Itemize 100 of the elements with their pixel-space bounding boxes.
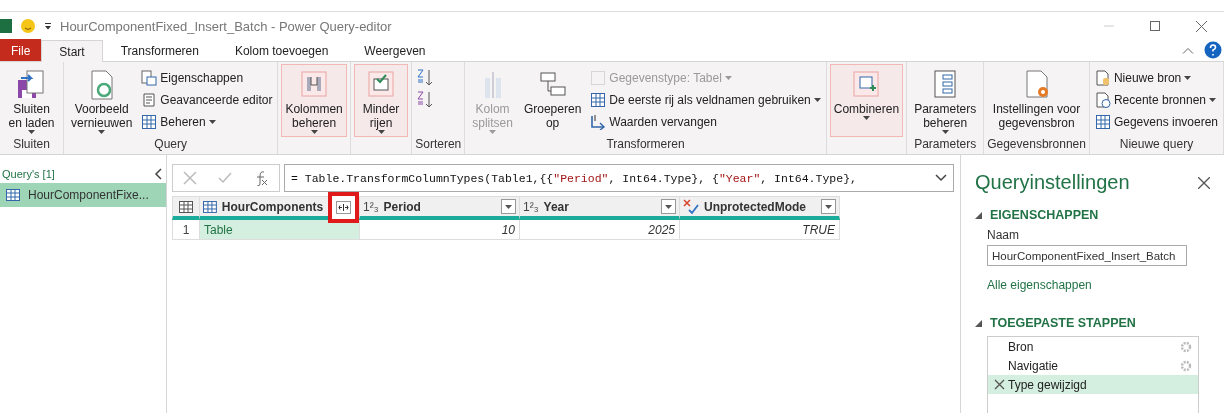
- table-cell: Table: [200, 220, 360, 240]
- group-label: Parameters: [913, 137, 978, 153]
- recent-sources-icon: [1094, 91, 1111, 108]
- window-title: HourComponentFixed_Insert_Batch - Power Query-editor: [60, 18, 392, 34]
- group-label: Sluiten: [12, 137, 51, 153]
- ribbon-button[interactable]: Sluiten en laden: [3, 64, 60, 137]
- ribbon-tab[interactable]: Weergeven: [346, 39, 444, 61]
- ribbon-tab[interactable]: Transformeren: [102, 39, 217, 61]
- ribbon-button[interactable]: Eigenschappen: [139, 68, 275, 87]
- table-menu-button[interactable]: [172, 196, 200, 220]
- caret-icon: [665, 204, 672, 209]
- collapse-ribbon-icon: [1182, 46, 1194, 54]
- caret-icon: [862, 116, 870, 120]
- caret-icon: [1209, 97, 1216, 102]
- ribbon-button[interactable]: Recente bronnen: [1092, 90, 1220, 109]
- sort-descending-icon: [417, 89, 434, 110]
- filter-button[interactable]: [501, 199, 516, 214]
- new-source-icon: [1094, 69, 1111, 86]
- applied-step[interactable]: Bron: [988, 337, 1198, 356]
- group-label: Gegevensbronnen: [987, 137, 1086, 153]
- ribbon-button[interactable]: Combineren: [829, 64, 904, 137]
- caret-icon: [28, 130, 35, 134]
- ribbon-button[interactable]: Geavanceerde editor: [139, 90, 275, 109]
- cancel-icon: [183, 171, 198, 185]
- section-title: TOEGEPASTE STAPPEN: [990, 316, 1136, 330]
- caret-icon: [813, 97, 821, 102]
- collapse-pane-icon: [154, 168, 162, 180]
- sort-ascending-icon: [417, 67, 434, 88]
- excel-icon: [0, 18, 12, 34]
- ribbon-button[interactable]: Nieuwe bron: [1092, 68, 1220, 87]
- table-icon: [590, 91, 607, 108]
- column-header[interactable]: UnprotectedMode: [680, 196, 840, 220]
- rows-check-icon: [365, 68, 397, 100]
- expand-icon: [336, 201, 352, 214]
- gear-icon: [1180, 340, 1192, 353]
- group-label: Transformeren: [605, 137, 686, 153]
- table-icon: [141, 113, 158, 130]
- replace-values-icon: [590, 113, 607, 130]
- caret-icon: [1184, 75, 1192, 80]
- collapse-triangle-icon: [975, 319, 982, 327]
- caret-icon: [825, 204, 832, 209]
- applied-step[interactable]: Type gewijzigd: [988, 375, 1198, 394]
- caret-icon: [489, 130, 497, 134]
- caret-icon: [941, 130, 949, 134]
- panel-title: Queryinstellingen: [975, 171, 1130, 194]
- field-label: Naam: [987, 228, 1020, 242]
- group-label: Sorteren: [415, 137, 462, 153]
- type-label[interactable]: 1²₃: [363, 199, 379, 214]
- close-icon: [1198, 176, 1210, 189]
- ribbon-button[interactable]: Gegevens invoeren: [1092, 112, 1220, 131]
- name-field[interactable]: HourComponentFixed_Insert_Batch: [987, 245, 1187, 266]
- table-cell: 2025: [520, 220, 680, 240]
- ribbon-button[interactable]: Minder rijen: [353, 64, 409, 137]
- filter-button[interactable]: [821, 199, 836, 214]
- column-header[interactable]: 1²₃ Period: [360, 196, 520, 220]
- maximize-icon: [1150, 21, 1160, 31]
- delete-icon: [994, 379, 1005, 390]
- applied-step[interactable]: Navigatie: [988, 356, 1198, 375]
- type-label[interactable]: 1²₃: [523, 199, 539, 214]
- caret-icon: [377, 130, 385, 134]
- caret-icon: [724, 75, 732, 80]
- ribbon-button[interactable]: Instellingen voor gegevensbron: [987, 64, 1086, 137]
- smiley-icon: [20, 18, 36, 34]
- filter-button[interactable]: [661, 199, 676, 214]
- ribbon-button[interactable]: Beheren: [139, 112, 275, 131]
- check-icon: [218, 171, 232, 185]
- table-cell: 10: [360, 220, 520, 240]
- formula-field[interactable]: = Table.TransformColumnTypes(Table1,{{"Period", Int64.Type}, {"Year", Int64.Type},: [284, 164, 954, 192]
- file-tab[interactable]: File: [0, 39, 42, 61]
- all-properties-link[interactable]: Alle eigenschappen: [987, 278, 1210, 292]
- ribbon-tab[interactable]: Kolom toevoegen: [216, 39, 347, 61]
- chevron-down-icon: [935, 174, 947, 182]
- ribbon-button[interactable]: Waarden vervangen: [588, 112, 823, 131]
- ribbon-button[interactable]: Kolommen beheren: [281, 64, 347, 137]
- caret-icon: [98, 130, 106, 134]
- ribbon-button[interactable]: Groeperen op: [519, 64, 586, 137]
- caret-icon: [208, 119, 216, 124]
- ribbon-button[interactable]: Voorbeeld vernieuwen: [66, 64, 137, 137]
- table-cell: TRUE: [680, 220, 840, 240]
- ribbon-button[interactable]: De eerste rij als veldnamen gebruiken: [588, 90, 823, 109]
- gear-icon: [1180, 359, 1192, 372]
- caret-icon: [310, 130, 318, 134]
- table-menu-icon: [179, 200, 193, 213]
- table-icon: [1094, 113, 1111, 130]
- column-header[interactable]: 1²₃ Year: [520, 196, 680, 220]
- caret-icon: [505, 204, 512, 209]
- queries-header: Query's [1]: [2, 168, 55, 180]
- table-type-icon: [203, 200, 217, 213]
- any-type-icon: [683, 198, 699, 215]
- ribbon-button[interactable]: Parameters beheren: [910, 64, 981, 137]
- expand-button[interactable]: [328, 192, 359, 223]
- script-icon: [141, 91, 158, 108]
- help-icon: [1204, 41, 1222, 59]
- table-icon: [6, 189, 20, 201]
- section-title: EIGENSCHAPPEN: [990, 208, 1099, 222]
- collapse-triangle-icon: [975, 211, 982, 219]
- ribbon-tab[interactable]: Start: [41, 40, 103, 62]
- dropdown-icon: [44, 22, 52, 30]
- properties-icon: [141, 69, 158, 86]
- query-item[interactable]: HourComponentFixe...: [0, 183, 166, 207]
